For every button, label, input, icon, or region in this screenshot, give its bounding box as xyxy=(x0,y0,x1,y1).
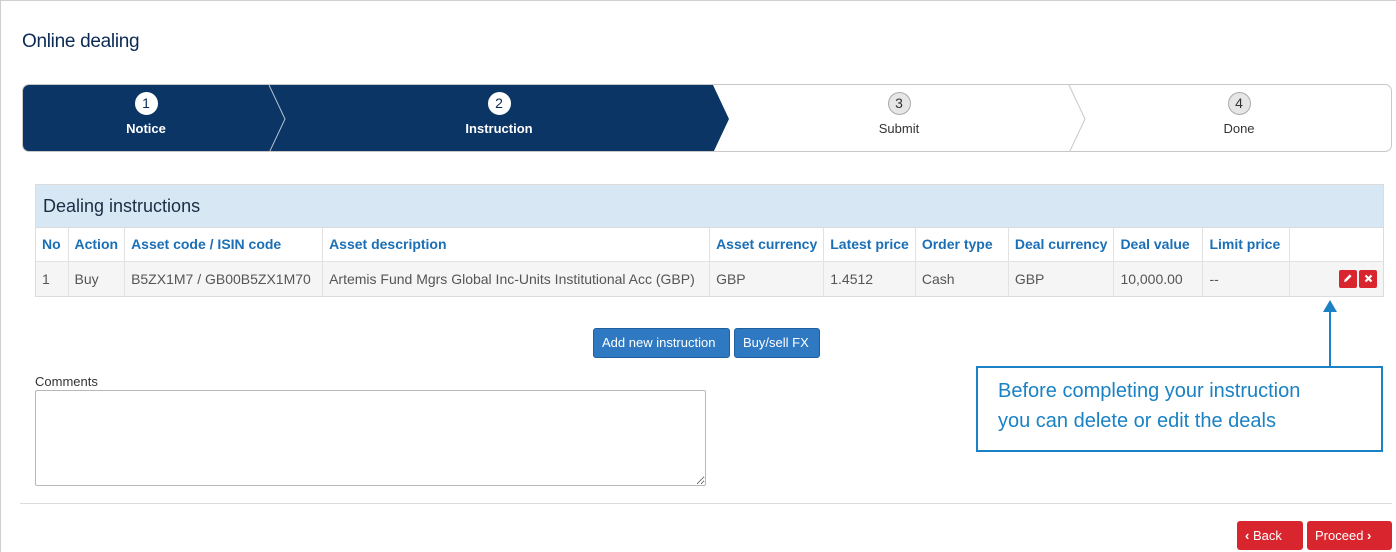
panel-title: Dealing instructions xyxy=(36,185,1383,228)
close-icon xyxy=(1364,274,1372,283)
step-done: 4 Done xyxy=(1085,85,1391,151)
back-button[interactable]: ‹ Back xyxy=(1237,521,1303,550)
column-header: Latest price xyxy=(823,228,916,262)
column-header: No xyxy=(36,228,69,262)
table-header-row: No Action Asset code / ISIN code Asset d… xyxy=(36,228,1383,262)
back-label: Back xyxy=(1252,528,1282,543)
edit-deal-button[interactable] xyxy=(1339,269,1357,288)
dealing-instructions-panel: Dealing instructions No Action Asset cod… xyxy=(35,184,1384,297)
step-instruction: 2 Instruction xyxy=(285,85,713,151)
chevron-right-icon: › xyxy=(1367,528,1372,543)
chevron-left-icon: ‹ xyxy=(1245,528,1250,543)
callout-text-line1: Before completing your instruction xyxy=(998,380,1301,402)
step-label: Instruction xyxy=(465,121,533,136)
callout-text-line2: you can delete or edit the deals xyxy=(998,410,1276,432)
delete-deal-button[interactable] xyxy=(1359,269,1377,288)
cell-limit-price: -- xyxy=(1202,261,1291,296)
column-header: Deal currency xyxy=(1008,228,1115,262)
callout-arrow-line xyxy=(1329,306,1331,366)
cell-action: Buy xyxy=(68,261,126,296)
comments-field[interactable] xyxy=(35,390,706,486)
step-number: 2 xyxy=(487,92,511,115)
proceed-button[interactable]: Proceed › xyxy=(1307,521,1392,550)
pencil-icon xyxy=(1344,274,1352,282)
proceed-label: Proceed xyxy=(1315,528,1364,543)
divider xyxy=(20,503,1392,504)
cell-asset-currency: GBP xyxy=(709,261,825,296)
step-number: 1 xyxy=(134,92,158,115)
column-header: Deal value xyxy=(1113,228,1204,262)
column-header: Asset currency xyxy=(709,228,825,262)
column-header: Order type xyxy=(915,228,1009,262)
buy-sell-fx-button[interactable]: Buy/sell FX xyxy=(734,328,820,358)
step-number: 3 xyxy=(887,92,911,115)
step-number: 4 xyxy=(1227,92,1251,115)
comments-label: Comments xyxy=(35,374,98,389)
step-label: Notice xyxy=(126,121,166,136)
progress-stepper: 1 Notice 2 Instruction 3 Submit 4 Done xyxy=(22,84,1392,152)
cell-latest-price: 1.4512 xyxy=(823,261,916,296)
step-label: Done xyxy=(1223,121,1255,136)
page-title: Online dealing xyxy=(22,31,140,52)
column-header: Asset code / ISIN code xyxy=(124,228,324,262)
column-header: Limit price xyxy=(1202,228,1291,262)
cell-deal-value: 10,000.00 xyxy=(1113,261,1204,296)
step-submit: 3 Submit xyxy=(729,85,1069,151)
cell-no: 1 xyxy=(36,261,69,296)
cell-row-actions xyxy=(1289,261,1383,296)
step-label: Submit xyxy=(878,121,920,136)
cell-asset-description: Artemis Fund Mgrs Global Inc-Units Insti… xyxy=(322,261,711,296)
instructions-table: No Action Asset code / ISIN code Asset d… xyxy=(36,228,1383,296)
step-notice: 1 Notice xyxy=(23,85,269,151)
table-row: 1 Buy B5ZX1M7 / GB00B5ZX1M70 Artemis Fun… xyxy=(36,261,1383,296)
column-header-actions xyxy=(1289,228,1383,262)
cell-order-type: Cash xyxy=(915,261,1009,296)
cell-deal-currency: GBP xyxy=(1008,261,1115,296)
add-new-instruction-button[interactable]: Add new instruction xyxy=(593,328,730,358)
column-header: Asset description xyxy=(322,228,711,262)
help-callout: Before completing your instruction you c… xyxy=(976,366,1383,452)
column-header: Action xyxy=(68,228,126,262)
cell-asset-code: B5ZX1M7 / GB00B5ZX1M70 xyxy=(124,261,324,296)
